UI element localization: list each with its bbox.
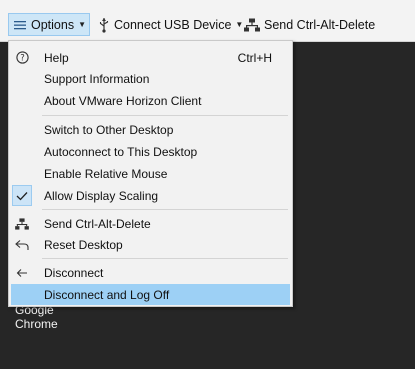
chevron-down-icon: ▼ — [235, 20, 244, 29]
network-icon — [13, 213, 31, 234]
menu-item-label: About VMware Horizon Client — [44, 93, 202, 108]
connect-usb-button[interactable]: Connect USB Device ▼ — [96, 13, 243, 36]
menu-item-allow-display-scaling[interactable]: Allow Display Scaling — [11, 185, 290, 206]
menu-item-reset-desktop[interactable]: Reset Desktop — [11, 234, 290, 255]
toolbar: Options ▼ Connect USB Device ▼ Send Ctrl… — [0, 8, 415, 42]
usb-label: Connect USB Device — [114, 17, 232, 32]
menu-item-send-ctrl-alt-delete[interactable]: Send Ctrl-Alt-Delete — [11, 213, 290, 234]
menu-item-label: Disconnect and Log Off — [44, 287, 170, 302]
usb-icon — [98, 17, 110, 33]
menu-item-label: Help — [44, 50, 69, 65]
menu-item-switch-desktop[interactable]: Switch to Other Desktop — [11, 119, 290, 140]
menu-item-support-information[interactable]: Support Information — [11, 68, 290, 89]
menu-item-relative-mouse[interactable]: Enable Relative Mouse — [11, 163, 290, 184]
menu-item-about[interactable]: About VMware Horizon Client — [11, 90, 290, 111]
send-ctrl-alt-delete-button[interactable]: Send Ctrl-Alt-Delete — [244, 13, 375, 36]
checkmark-icon — [12, 185, 32, 206]
desktop-icon-label-line2: Chrome — [15, 317, 58, 331]
menu-item-disconnect-log-off[interactable]: Disconnect and Log Off — [11, 284, 290, 305]
cad-label: Send Ctrl-Alt-Delete — [264, 17, 376, 32]
menu-item-label: Enable Relative Mouse — [44, 166, 168, 181]
desktop-icon-label[interactable]: Google Chrome — [15, 303, 75, 331]
menu-item-label: Disconnect — [44, 265, 104, 280]
help-circle-icon: ? — [13, 47, 31, 68]
menu-separator — [42, 258, 288, 259]
menu-item-disconnect[interactable]: Disconnect — [11, 262, 290, 283]
arrow-left-icon — [13, 262, 31, 283]
menu-item-autoconnect[interactable]: Autoconnect to This Desktop — [11, 141, 290, 162]
svg-text:?: ? — [20, 54, 25, 64]
options-dropdown-menu: ? Help Ctrl+H Support Information About … — [8, 40, 293, 307]
options-label: Options — [31, 17, 75, 32]
window-top-strip — [0, 0, 415, 8]
menu-item-label: Autoconnect to This Desktop — [44, 144, 198, 159]
menu-item-label: Send Ctrl-Alt-Delete — [44, 216, 151, 231]
menu-item-label: Support Information — [44, 71, 150, 86]
menu-item-label: Switch to Other Desktop — [44, 122, 174, 137]
options-menu-button[interactable]: Options ▼ — [8, 13, 90, 36]
network-icon — [244, 18, 260, 32]
menu-separator — [42, 115, 288, 116]
chevron-down-icon: ▼ — [78, 20, 87, 29]
menu-item-label: Reset Desktop — [44, 237, 123, 252]
menu-item-label: Allow Display Scaling — [44, 188, 159, 203]
menu-item-help[interactable]: ? Help Ctrl+H — [11, 47, 290, 68]
menu-item-shortcut: Ctrl+H — [237, 50, 272, 65]
hamburger-icon — [13, 19, 27, 31]
reset-icon — [13, 234, 31, 255]
menu-separator — [42, 209, 288, 210]
